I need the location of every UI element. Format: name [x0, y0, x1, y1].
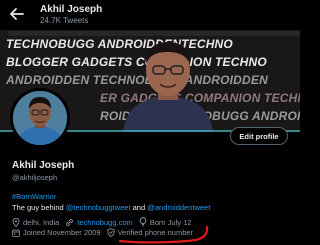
website-item[interactable]: technobugg.com	[65, 218, 133, 227]
profile-handle: @akhiljoseph	[12, 173, 58, 182]
bio-and: and	[130, 203, 148, 212]
joined-item: Joined November 2009	[12, 228, 101, 237]
location-text: delhi, India	[23, 217, 60, 227]
tweet-count: 24.7K Tweets	[40, 16, 89, 25]
verified-shield-icon	[106, 228, 115, 237]
calendar-icon	[12, 229, 20, 237]
location-item: delhi, India	[12, 217, 60, 227]
profile-meta-row-1: delhi, India technobugg.com Born July 12	[12, 217, 197, 227]
balloon-icon	[139, 217, 146, 227]
bio-text-line: The guy behind @technobuggtweet and @and…	[12, 203, 210, 212]
bio-mention-androidden[interactable]: @androiddentweet	[147, 203, 210, 212]
birthday-text: Born July 12	[149, 217, 192, 227]
edit-profile-button[interactable]: Edit profile	[230, 127, 288, 145]
location-pin-icon	[12, 217, 20, 227]
header-name: Akhil Joseph	[40, 4, 103, 15]
bio-text: The guy behind	[12, 203, 66, 212]
profile-avatar[interactable]	[10, 88, 70, 148]
profile-meta-row-2: Joined November 2009 Verified phone numb…	[12, 228, 199, 237]
back-arrow-icon[interactable]	[8, 5, 26, 23]
joined-text: Joined November 2009	[23, 228, 101, 237]
verified-text: Verified phone number	[117, 228, 194, 237]
banner-person-image	[118, 36, 218, 132]
top-bar: Akhil Joseph 24.7K Tweets	[0, 0, 300, 30]
bio-mention-technobugg[interactable]: @technobuggtweet	[66, 203, 131, 212]
verified-item: Verified phone number	[106, 228, 194, 237]
bio-hashtag[interactable]: #BornWarrior	[12, 192, 56, 201]
birthday-item: Born July 12	[139, 217, 192, 227]
link-icon	[66, 218, 74, 226]
profile-name: Akhil Joseph	[12, 160, 75, 171]
website-link[interactable]: technobugg.com	[77, 218, 132, 227]
